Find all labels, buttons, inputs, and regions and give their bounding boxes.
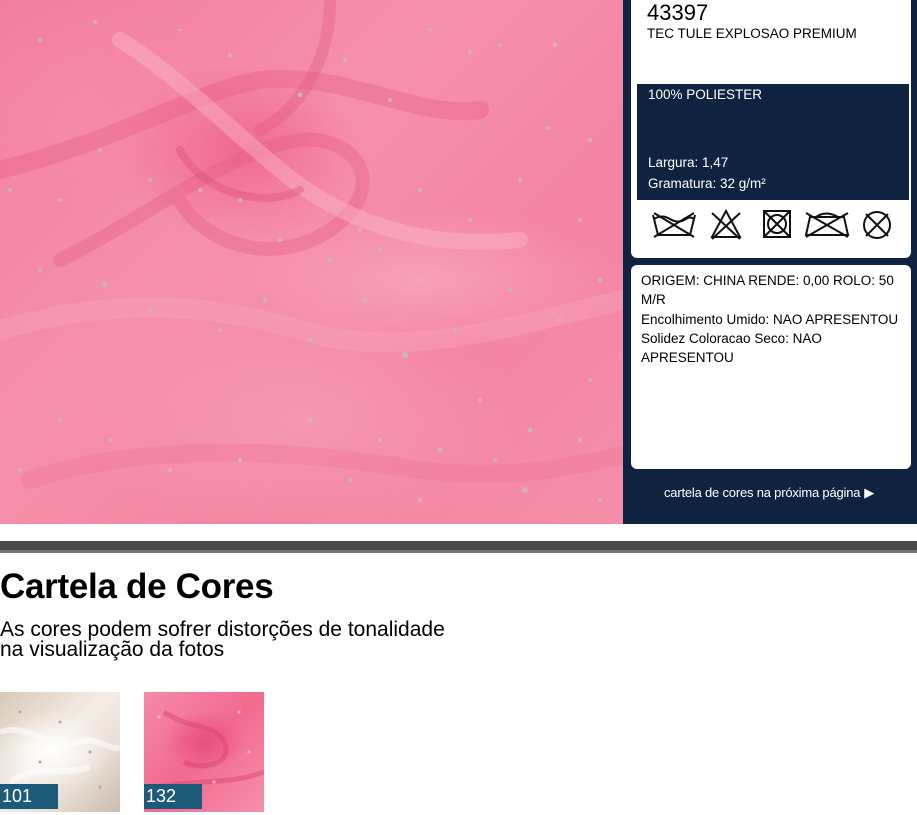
subtitle-line-2: na visualização da fotos <box>0 638 225 661</box>
swatch-code: 101 <box>0 784 58 809</box>
no-iron-icon <box>804 212 850 238</box>
no-bleach-icon <box>710 208 742 240</box>
no-wash-icon <box>652 212 696 238</box>
color-fastness-note: Solidez Coloracao Seco: NAO APRESENTOU <box>641 330 822 366</box>
composition: 100% POLIESTER <box>648 87 763 102</box>
specs-box: 100% POLIESTER Largura: 1,47 Gramatura: … <box>637 84 909 200</box>
subtitle-line-1: As cores podem sofrer distorções de tona… <box>0 618 445 641</box>
no-tumble-dry-icon <box>763 210 791 238</box>
fabric-folds <box>0 0 623 502</box>
width-spec: Largura: 1,47 <box>648 155 729 170</box>
swatch-132[interactable]: 132 <box>144 692 264 812</box>
product-code: 43397 <box>647 0 709 25</box>
color-chart-title: Cartela de Cores <box>0 567 274 606</box>
color-chart-subtitle: As cores podem sofrer distorções de tona… <box>0 618 560 661</box>
care-icons <box>652 208 891 240</box>
product-name: TEC TULE EXPLOSAO PREMIUM <box>647 26 857 41</box>
weight-spec: Gramatura: 32 g/m² <box>648 176 766 191</box>
next-page-link[interactable]: cartela de cores na próxima página ▶ <box>664 485 874 501</box>
swatch-code: 132 <box>144 784 202 809</box>
notes: ORIGEM: CHINA RENDE: 0,00 ROLO: 50 M/R E… <box>641 271 903 367</box>
swatch-101[interactable]: 101 <box>0 692 120 812</box>
no-dry-clean-icon <box>863 211 891 239</box>
next-page-label: cartela de cores na próxima página <box>664 485 861 500</box>
section-divider <box>0 541 917 553</box>
origin-note: ORIGEM: CHINA RENDE: 0,00 ROLO: 50 M/R <box>641 273 894 308</box>
shrink-note: Encolhimento Umido: NAO APRESENTOU <box>641 311 899 327</box>
fabric-photo <box>0 0 623 524</box>
play-arrow-icon: ▶ <box>864 485 875 500</box>
